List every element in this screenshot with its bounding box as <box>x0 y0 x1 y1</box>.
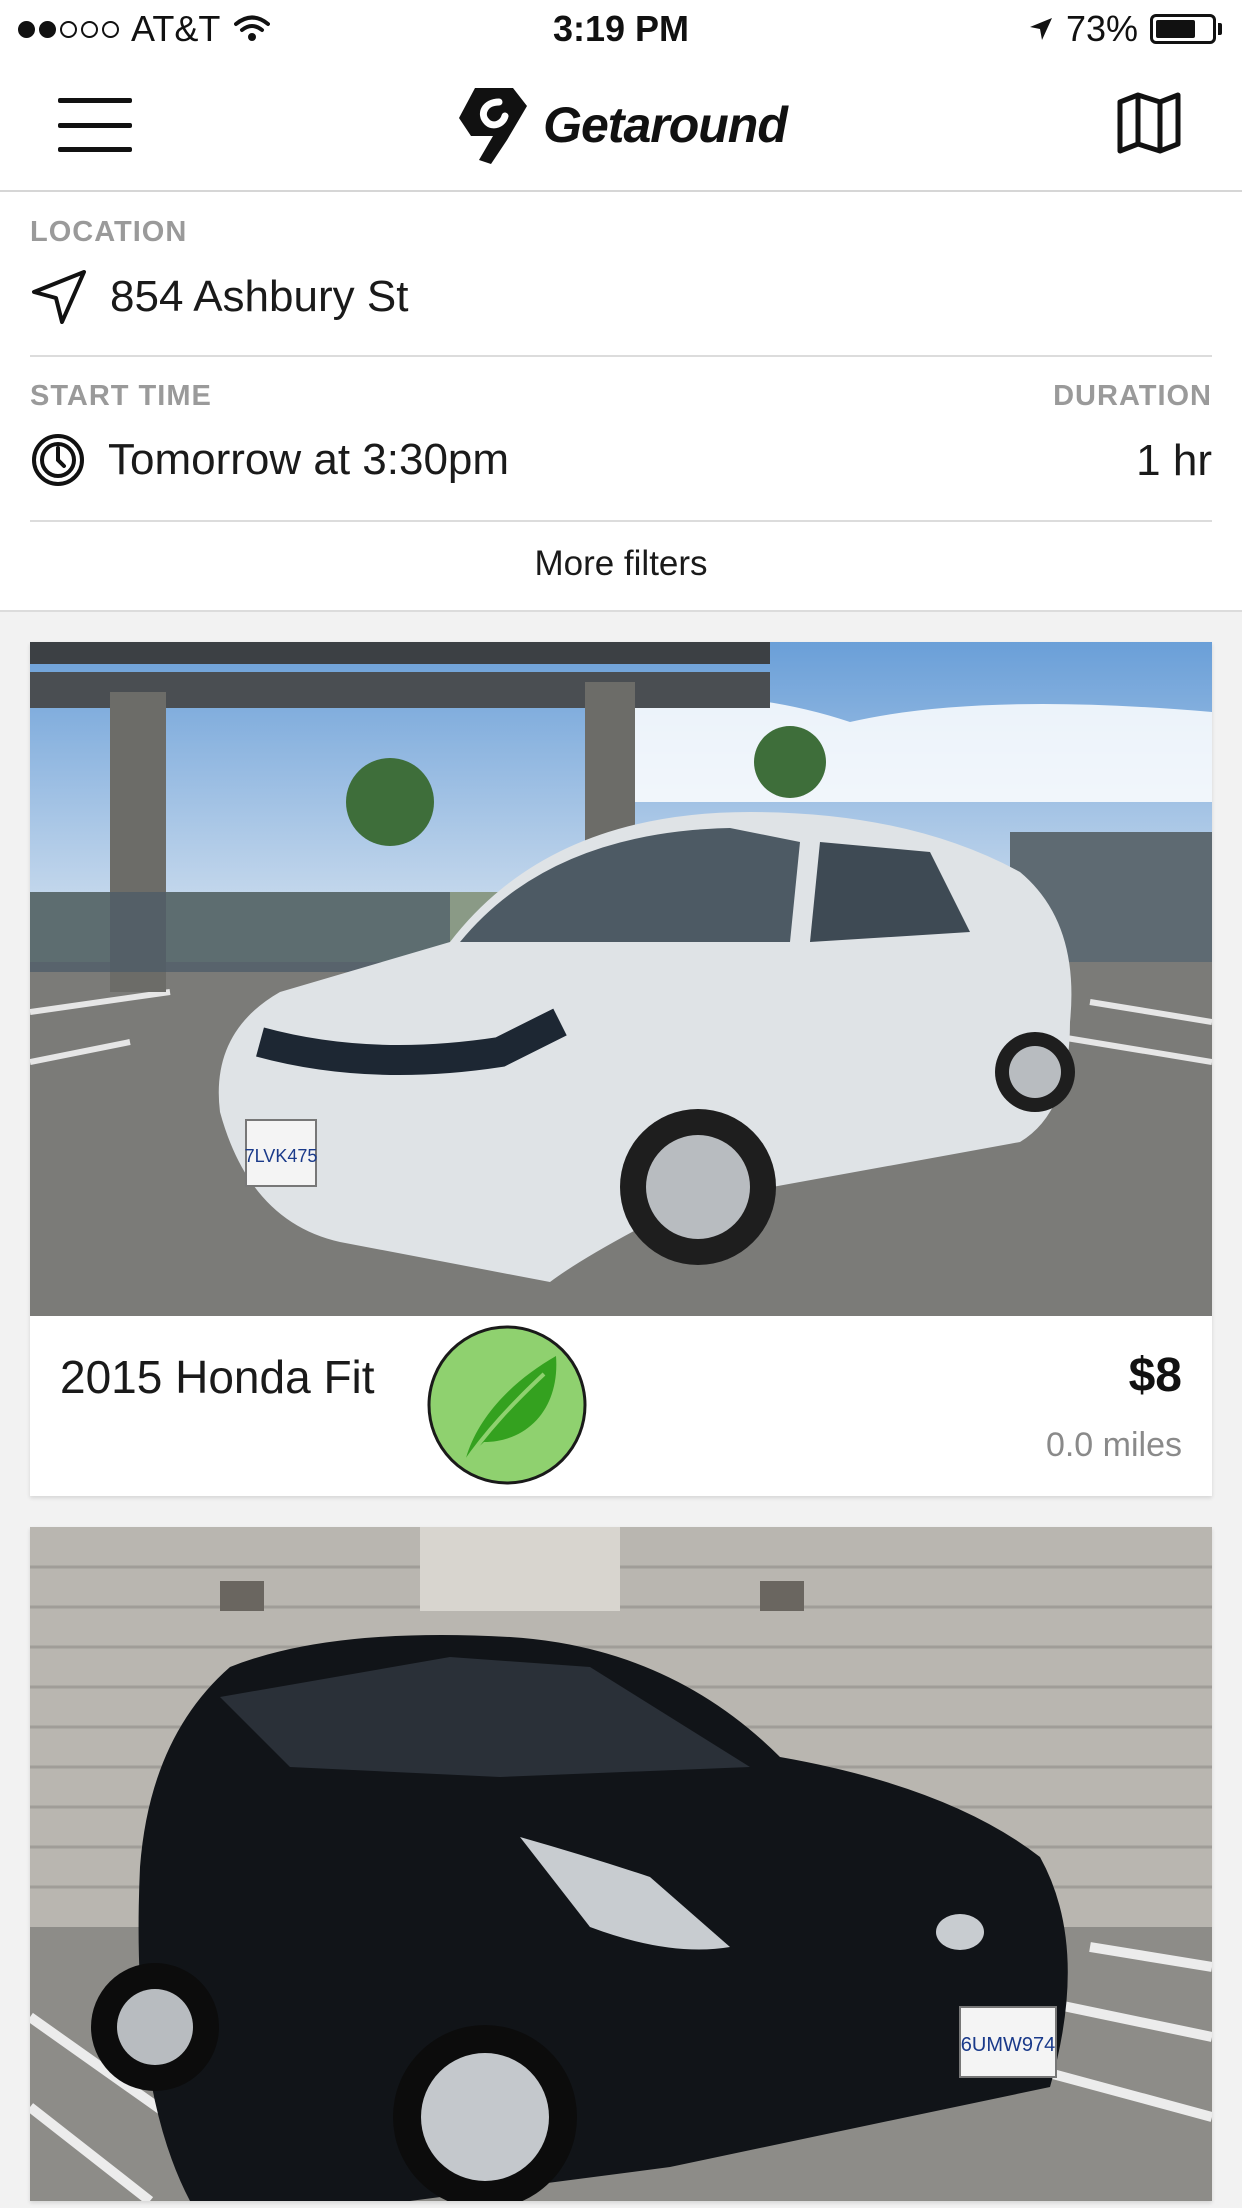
car-name: 2015 Honda Fit <box>60 1351 375 1403</box>
status-bar: AT&T 3:19 PM 73% <box>0 0 1242 62</box>
start-time-label: START TIME <box>30 380 212 412</box>
navigation-arrow-icon <box>32 270 86 324</box>
start-time-field[interactable]: Tomorrow at 3:30pm <box>30 432 509 488</box>
car-listing-card[interactable]: 6UMW974 <box>30 1527 1212 2201</box>
duration-label: DURATION <box>1053 380 1212 412</box>
search-filters-panel: LOCATION 854 Ashbury St START TIME DURAT… <box>0 192 1242 612</box>
brand-logo: Getaround <box>0 84 1242 166</box>
location-label: LOCATION <box>30 216 188 248</box>
divider <box>30 355 1212 357</box>
battery-icon <box>1150 14 1222 44</box>
location-value: 854 Ashbury St <box>110 272 409 321</box>
car-photo: 6UMW974 <box>30 1527 1212 2201</box>
price: $8 <box>1128 1349 1182 1402</box>
license-plate: 6UMW974 <box>961 2034 1055 2056</box>
divider <box>30 520 1212 522</box>
battery-percent: 73% <box>1065 8 1138 49</box>
car-photo: 7LVK475 <box>30 642 1212 1316</box>
location-arrow-icon <box>1029 18 1052 40</box>
location-field[interactable]: 854 Ashbury St <box>30 268 408 326</box>
license-plate: 7LVK475 <box>245 1146 318 1166</box>
status-right: 73% <box>1028 8 1222 50</box>
nav-bar: Getaround <box>0 62 1242 192</box>
listing-info: 2015 Honda Fit $8 0.0 miles <box>30 1316 1212 1496</box>
start-time-value: Tomorrow at 3:30pm <box>108 435 510 484</box>
map-icon <box>1117 92 1181 154</box>
more-filters-button[interactable]: More filters <box>0 544 1242 584</box>
app-screen: AT&T 3:19 PM 73% Getaround LOCATION 854 … <box>0 0 1242 2208</box>
clock-icon <box>32 434 84 486</box>
getaround-logo-icon <box>459 88 528 164</box>
duration-value[interactable]: 1 hr <box>1136 436 1212 486</box>
car-listing-card[interactable]: 7LVK475 2015 Honda Fit $8 0.0 miles <box>30 642 1212 1496</box>
distance: 0.0 miles <box>1045 1426 1182 1464</box>
eco-leaf-icon <box>427 1325 587 1485</box>
brand-name: Getaround <box>543 97 788 153</box>
map-button[interactable] <box>1116 92 1182 154</box>
